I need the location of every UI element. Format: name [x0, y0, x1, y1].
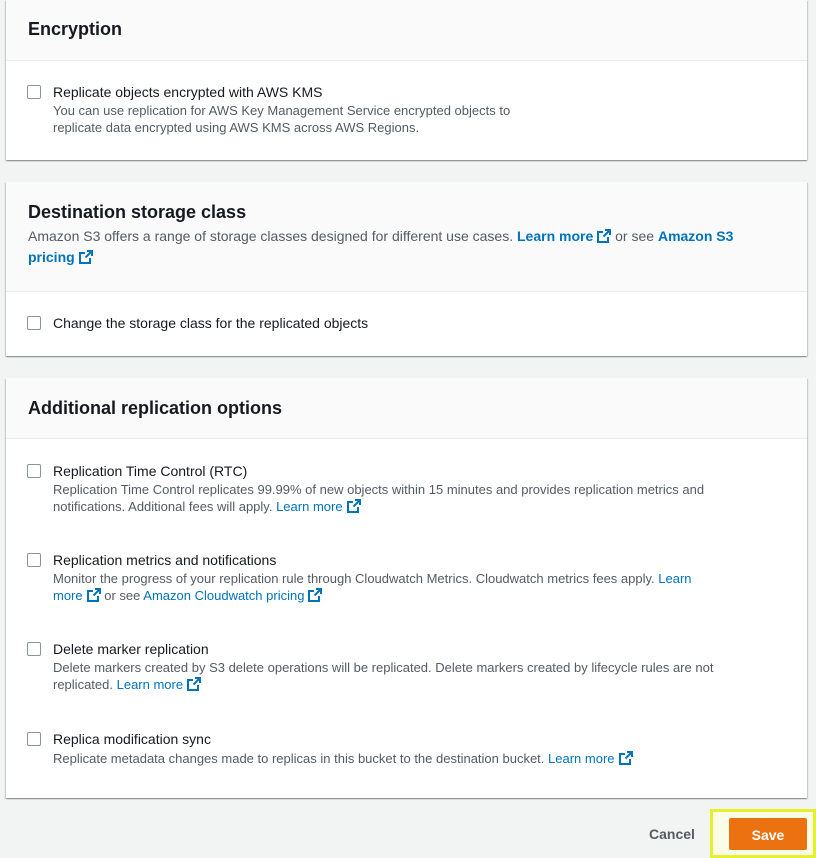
storage-class-learn-more-link[interactable]: Learn more: [517, 228, 612, 244]
replica-sync-checkbox[interactable]: [27, 732, 41, 746]
rtc-description: Replication Time Control replicates 99.9…: [53, 481, 787, 515]
pricing-link-line2: pricing: [28, 249, 75, 265]
rtc-desc-line1: Replication Time Control replicates 99.9…: [53, 482, 705, 497]
storage-class-desc-text: Amazon S3 offers a range of storage clas…: [28, 228, 514, 244]
delete-marker-checkbox[interactable]: [27, 642, 41, 656]
replica-sync-description: Replicate metadata changes made to repli…: [53, 750, 787, 767]
external-link-icon: [308, 588, 323, 602]
additional-options-title: Additional replication options: [28, 398, 282, 418]
rtc-desc-line2: notifications. Additional fees will appl…: [53, 499, 273, 514]
external-link-icon: [346, 499, 361, 513]
external-link-icon: [618, 751, 633, 765]
metrics-checkbox[interactable]: [27, 553, 41, 567]
external-link-icon: [187, 677, 202, 691]
additional-options-header: Additional replication options: [6, 378, 807, 439]
metrics-link-part2: more: [53, 588, 83, 603]
delete-marker-learn-more-link[interactable]: Learn more: [116, 677, 202, 692]
learn-more-text: Learn more: [548, 751, 615, 766]
delete-marker-desc-line1: Delete markers created by S3 delete oper…: [53, 660, 714, 675]
kms-label[interactable]: Replicate objects encrypted with AWS KMS: [53, 83, 323, 102]
kms-desc-line1: You can use replication for AWS Key Mana…: [53, 103, 511, 118]
storage-class-or-see: or see: [615, 228, 655, 244]
learn-more-text: Learn more: [116, 677, 184, 692]
encryption-panel: Encryption Replicate objects encrypted w…: [6, 0, 807, 160]
metrics-description: Monitor the progress of your replication…: [53, 570, 787, 604]
pricing-link-line1: Amazon S3: [657, 228, 734, 244]
external-link-icon: [86, 588, 101, 602]
learn-more-text: Learn more: [517, 228, 594, 244]
external-link-icon: [78, 250, 93, 264]
change-storage-class-label[interactable]: Change the storage class for the replica…: [53, 314, 368, 333]
replica-sync-learn-more-link[interactable]: Learn more: [548, 751, 633, 766]
rtc-label[interactable]: Replication Time Control (RTC): [53, 462, 247, 481]
storage-class-header: Destination storage class Amazon S3 offe…: [6, 182, 807, 292]
kms-description: You can use replication for AWS Key Mana…: [53, 102, 787, 136]
cloudwatch-pricing-link[interactable]: Amazon Cloudwatch pricing: [143, 588, 323, 603]
cancel-button[interactable]: Cancel: [644, 822, 700, 846]
learn-more-text: Learn more: [276, 499, 343, 514]
replica-sync-desc: Replicate metadata changes made to repli…: [53, 751, 545, 766]
metrics-desc-line1: Monitor the progress of your replication…: [53, 571, 655, 586]
storage-class-panel: Destination storage class Amazon S3 offe…: [6, 182, 807, 356]
metrics-label[interactable]: Replication metrics and notifications: [53, 551, 276, 570]
delete-marker-description: Delete markers created by S3 delete oper…: [53, 659, 787, 693]
metrics-or-see: or see: [104, 588, 141, 603]
change-storage-class-checkbox[interactable]: [27, 316, 41, 330]
replica-sync-label[interactable]: Replica modification sync: [53, 730, 211, 749]
delete-marker-label[interactable]: Delete marker replication: [53, 640, 209, 659]
save-button[interactable]: Save: [729, 818, 807, 850]
encryption-title: Encryption: [28, 19, 123, 39]
kms-checkbox[interactable]: [27, 85, 41, 99]
rtc-checkbox[interactable]: [27, 464, 41, 478]
external-link-icon: [597, 229, 612, 243]
encryption-header: Encryption: [6, 0, 807, 61]
additional-options-panel: Additional replication options Replicati…: [6, 378, 807, 798]
metrics-learn-link-part1[interactable]: Learn: [658, 571, 691, 586]
cloudwatch-pricing-text: Amazon Cloudwatch pricing: [143, 588, 305, 603]
metrics-learn-more-link[interactable]: more: [53, 588, 101, 603]
rtc-learn-more-link[interactable]: Learn more: [276, 499, 361, 514]
delete-marker-desc-line2: replicated.: [53, 677, 113, 692]
kms-desc-line2: replicate data encrypted using AWS KMS a…: [53, 120, 420, 135]
storage-class-title: Destination storage class: [28, 202, 247, 222]
storage-class-description: Amazon S3 offers a range of storage clas…: [28, 226, 785, 268]
